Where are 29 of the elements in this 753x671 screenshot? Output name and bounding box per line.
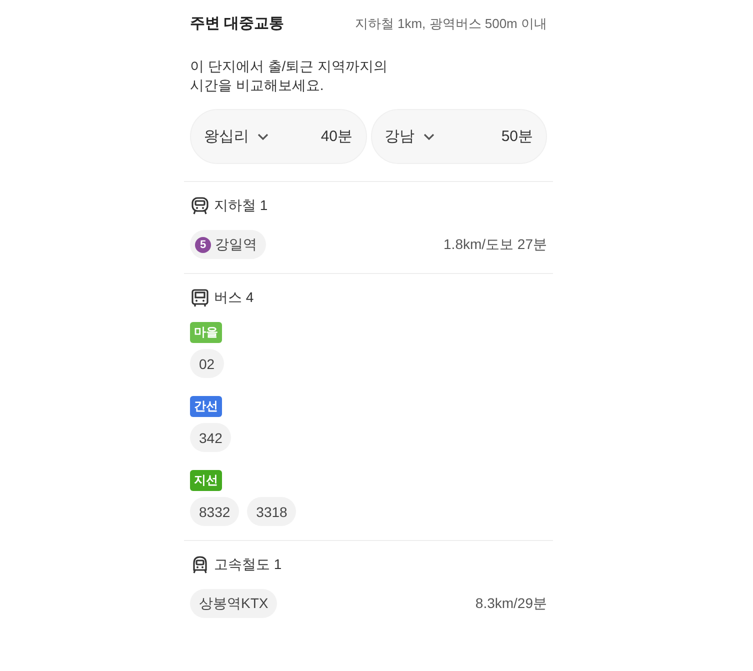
station-chip[interactable]: 5 강일역: [190, 230, 266, 259]
commute-card[interactable]: 강남 50분: [370, 109, 547, 164]
chevron-down-icon: [422, 132, 434, 140]
category-title: 고속철도 1: [214, 556, 282, 574]
chevron-down-icon: [257, 132, 269, 140]
bus-type-tag: 마을: [190, 322, 222, 343]
bus-type-tag: 지선: [190, 470, 222, 491]
distance-text: 1.8km/도보 27분: [444, 236, 547, 254]
range-note: 지하철 1km, 광역버스 500m 이내: [354, 15, 547, 33]
destination-label: 왕십리: [204, 127, 249, 146]
section-title: 주변 대중교통: [190, 14, 284, 33]
route-chip[interactable]: 8332: [190, 497, 240, 526]
travel-time: 40분: [320, 127, 352, 146]
destination-label: 강남: [384, 127, 414, 146]
description: 이 단지에서 출/퇴근 지역까지의 시간을 비교해보세요.: [190, 57, 389, 95]
route-chip[interactable]: 342: [190, 423, 232, 452]
route-chip[interactable]: 02: [190, 349, 224, 378]
travel-time: 50분: [501, 127, 533, 146]
route-chip[interactable]: 3318: [247, 497, 296, 526]
category-title: 지하철 1: [214, 197, 268, 215]
train-icon: [190, 196, 210, 216]
commute-card[interactable]: 왕십리 40분: [190, 109, 366, 164]
bus-icon: [190, 288, 210, 308]
train-icon: [190, 555, 210, 575]
distance-text: 8.3km/29분: [475, 594, 547, 612]
line-number-badge: 5: [195, 236, 211, 252]
station-chip[interactable]: 상봉역KTX: [190, 589, 278, 618]
category-title: 버스 4: [214, 289, 254, 307]
bus-type-tag: 간선: [190, 396, 222, 417]
